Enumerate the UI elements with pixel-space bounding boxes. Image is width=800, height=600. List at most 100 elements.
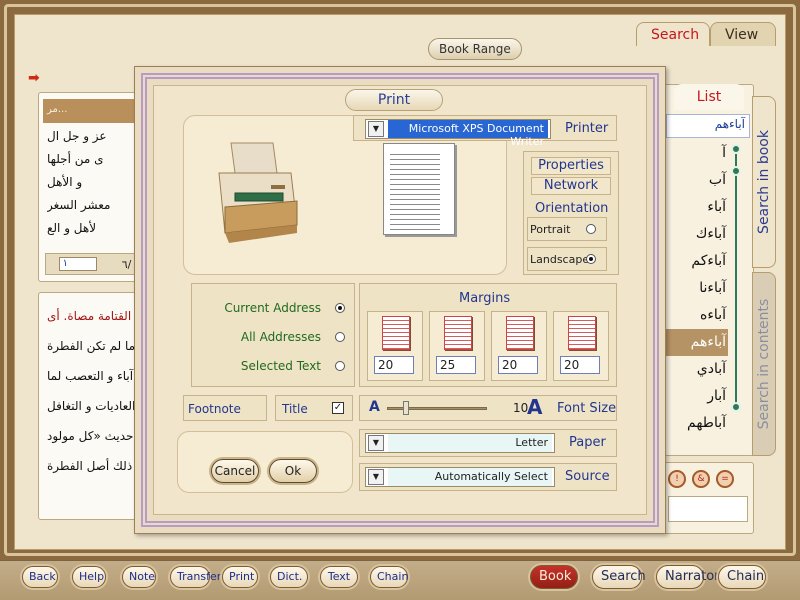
scrollbar-track [735, 154, 737, 404]
printer-dropdown[interactable]: ▼ Microsoft XPS Document Writer [365, 119, 551, 148]
tab-search-in-book[interactable]: Search in book [752, 96, 776, 268]
result-line: عز و جل ال [47, 129, 107, 143]
font-large-icon: A [527, 395, 543, 419]
list-scrollbar[interactable] [731, 144, 741, 414]
chevron-down-icon: ▼ [368, 121, 384, 137]
title-checkbox[interactable]: ✓ [332, 402, 344, 414]
list-item[interactable]: آب [664, 167, 728, 194]
list-footer-field[interactable] [668, 496, 748, 522]
properties-button[interactable]: Properties [531, 157, 611, 175]
note-button[interactable]: Note [122, 566, 156, 588]
transfer-button[interactable]: Transfer [170, 566, 221, 588]
list-item-selected[interactable]: آباءهم [664, 329, 728, 356]
print-button[interactable]: Print [222, 566, 258, 588]
text-button[interactable]: Text [320, 566, 358, 588]
landscape-option[interactable]: Landscape [527, 247, 607, 271]
preview-line: حديث «كل مولود [47, 429, 134, 443]
title-label: Title [282, 402, 308, 416]
current-address-label: Current Address [224, 301, 321, 315]
chevron-down-icon: ▼ [368, 435, 384, 451]
selected-text-option[interactable]: Selected Text [193, 353, 353, 379]
all-addresses-radio[interactable] [335, 332, 345, 342]
current-address-option[interactable]: Current Address [193, 295, 353, 321]
result-line: لأهل و الع [47, 221, 97, 235]
paper-value: Letter [388, 434, 552, 452]
scroll-up-knob[interactable] [731, 144, 741, 154]
page-number-input[interactable]: ١ [58, 257, 97, 271]
book-button[interactable]: Book [530, 565, 578, 589]
font-size-slider-track[interactable] [387, 407, 487, 410]
margin-left-input[interactable]: 20 [560, 356, 600, 374]
list-item[interactable]: آباطهم [664, 410, 728, 437]
page-margin-icon [382, 316, 410, 350]
exclamation-button[interactable]: ! [668, 470, 686, 488]
printer-value: Microsoft XPS Document Writer [388, 120, 548, 148]
font-small-icon: A [369, 399, 380, 415]
paper-label: Paper [569, 435, 606, 450]
list-item[interactable]: آباءك [664, 221, 728, 248]
list-item[interactable]: آباءكم [664, 248, 728, 275]
landscape-label: Landscape [530, 253, 590, 266]
list-item[interactable]: آبادي [664, 356, 728, 383]
paper-dropdown[interactable]: ▼ Letter [365, 433, 555, 453]
list-item[interactable]: آباء [664, 194, 728, 221]
portrait-radio[interactable] [586, 224, 596, 234]
tab-search-in-contents[interactable]: Search in contents [752, 272, 776, 456]
orientation-label: Orientation [535, 201, 609, 216]
chain-button-left[interactable]: Chain [370, 566, 408, 588]
network-button[interactable]: Network [531, 177, 611, 195]
source-value: Automatically Select [388, 468, 552, 486]
title-option[interactable]: Title ✓ [275, 395, 353, 421]
list-item[interactable]: آباءه [664, 302, 728, 329]
tab-view[interactable]: View [710, 22, 776, 46]
chain-button-right[interactable]: Chain [718, 565, 766, 589]
scroll-down-knob[interactable] [731, 402, 741, 412]
scroll-thumb[interactable] [731, 166, 741, 176]
dialog-buttons-area [177, 431, 353, 493]
help-button[interactable]: Help [72, 566, 106, 588]
all-addresses-option[interactable]: All Addresses [193, 324, 353, 350]
margin-right-input[interactable]: 25 [436, 356, 476, 374]
result-line: معشر السغر [47, 198, 111, 212]
narrator-button[interactable]: Narrator [656, 565, 720, 589]
preview-line: العاديات و التغافل [47, 399, 136, 413]
search-button[interactable]: Search [592, 565, 646, 589]
margins-label: Margins [459, 291, 511, 306]
margin-top-cell: 20 [367, 311, 423, 381]
back-button[interactable]: Back [22, 566, 58, 588]
ampersand-button[interactable]: & [692, 470, 710, 488]
tab-list[interactable]: List [674, 84, 744, 110]
current-address-radio[interactable] [335, 303, 345, 313]
printer-label: Printer [565, 121, 609, 136]
selected-text-radio[interactable] [335, 361, 345, 371]
font-size-slider-thumb[interactable] [403, 401, 409, 415]
list-search-input[interactable]: آباءهم [666, 114, 750, 138]
list-item[interactable]: آبار [664, 383, 728, 410]
footnote-option[interactable]: Footnote [183, 395, 267, 421]
result-line: و الأهل [47, 175, 83, 189]
tab-search[interactable]: Search [636, 22, 710, 46]
source-dropdown[interactable]: ▼ Automatically Select [365, 467, 555, 487]
footnote-label: Footnote [188, 402, 241, 416]
portrait-option[interactable]: Portrait [527, 217, 607, 241]
arrow-right-icon[interactable]: ➡ [28, 70, 40, 86]
landscape-radio[interactable] [586, 254, 596, 264]
margin-top-input[interactable]: 20 [374, 356, 414, 374]
page-navigator: ١ ٦/ [45, 253, 145, 275]
list-item[interactable]: آ [664, 140, 728, 167]
book-range-button[interactable]: Book Range [428, 38, 522, 60]
equals-button[interactable]: = [716, 470, 734, 488]
preview-line: القتامة مصاة. أى [47, 309, 132, 323]
result-header: مر... [43, 99, 145, 123]
page-margin-icon [506, 316, 534, 350]
list-item[interactable]: آباءنا [664, 275, 728, 302]
margin-bottom-input[interactable]: 20 [498, 356, 538, 374]
cancel-button[interactable]: Cancel [211, 459, 259, 483]
margin-right-cell: 25 [429, 311, 485, 381]
all-addresses-label: All Addresses [240, 330, 321, 344]
page-margin-icon [444, 316, 472, 350]
dict-button[interactable]: Dict. [270, 566, 308, 588]
result-lines: عز و جل ال ى من أجلها و الأهل معشر السغر… [47, 125, 145, 245]
ok-button[interactable]: Ok [269, 459, 317, 483]
preview-lines: القتامة مصاة. أى ما لم تكن الفطرة آباء و… [47, 301, 145, 511]
